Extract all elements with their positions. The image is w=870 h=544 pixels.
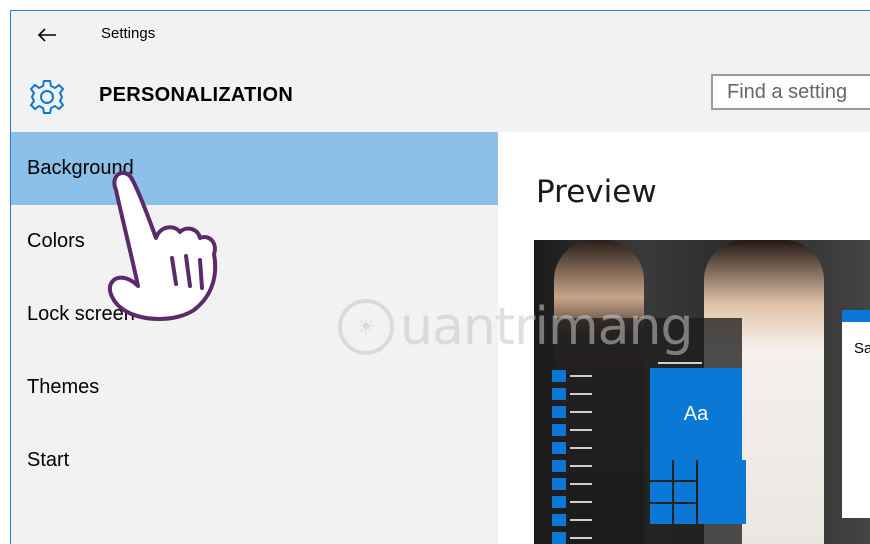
sidebar-item-background[interactable]: Background	[11, 132, 498, 205]
page-title: PERSONALIZATION	[99, 84, 294, 106]
dialog-text: Sa	[854, 340, 870, 357]
app-list-line	[570, 483, 592, 485]
app-list-line	[570, 447, 592, 449]
app-list-icon	[552, 496, 566, 508]
app-list-icon	[552, 514, 566, 526]
app-list-icon	[552, 460, 566, 472]
main-content: Preview Aa S	[498, 132, 870, 544]
app-list-icon	[552, 424, 566, 436]
app-list-line	[570, 393, 592, 395]
app-list-icon	[552, 442, 566, 454]
sidebar-item-colors[interactable]: Colors	[11, 205, 498, 278]
app-list-icon	[552, 478, 566, 490]
title-bar: Settings	[11, 11, 870, 59]
app-list-line	[570, 501, 592, 503]
back-arrow-icon	[37, 28, 56, 42]
settings-window: Settings PERSONALIZATION Background Colo…	[10, 10, 870, 544]
window-dialog-preview: Sa	[842, 310, 870, 518]
search-input[interactable]	[711, 74, 870, 110]
sidebar: Background Colors Lock screen Themes Sta…	[11, 132, 498, 544]
app-list-icon	[552, 532, 566, 544]
sidebar-item-start[interactable]: Start	[11, 424, 498, 497]
preview-image: Aa Sa	[534, 240, 870, 544]
page-header: PERSONALIZATION	[11, 59, 870, 132]
start-tile-grid	[650, 460, 746, 524]
window-title: Settings	[101, 25, 156, 42]
tile-group-header	[658, 362, 702, 364]
sidebar-item-lock-screen[interactable]: Lock screen	[11, 278, 498, 351]
app-list-line	[570, 375, 592, 377]
preview-heading: Preview	[536, 174, 657, 210]
app-list-icon	[552, 406, 566, 418]
app-list-line	[570, 429, 592, 431]
start-tile-aa: Aa	[650, 368, 742, 460]
back-button[interactable]	[31, 21, 63, 49]
app-list-line	[570, 411, 592, 413]
app-list-line	[570, 465, 592, 467]
app-list-icon	[552, 370, 566, 382]
gear-icon	[29, 80, 65, 114]
app-list-icon	[552, 388, 566, 400]
app-list-line	[570, 519, 592, 521]
app-list-line	[570, 537, 592, 539]
sidebar-item-themes[interactable]: Themes	[11, 351, 498, 424]
